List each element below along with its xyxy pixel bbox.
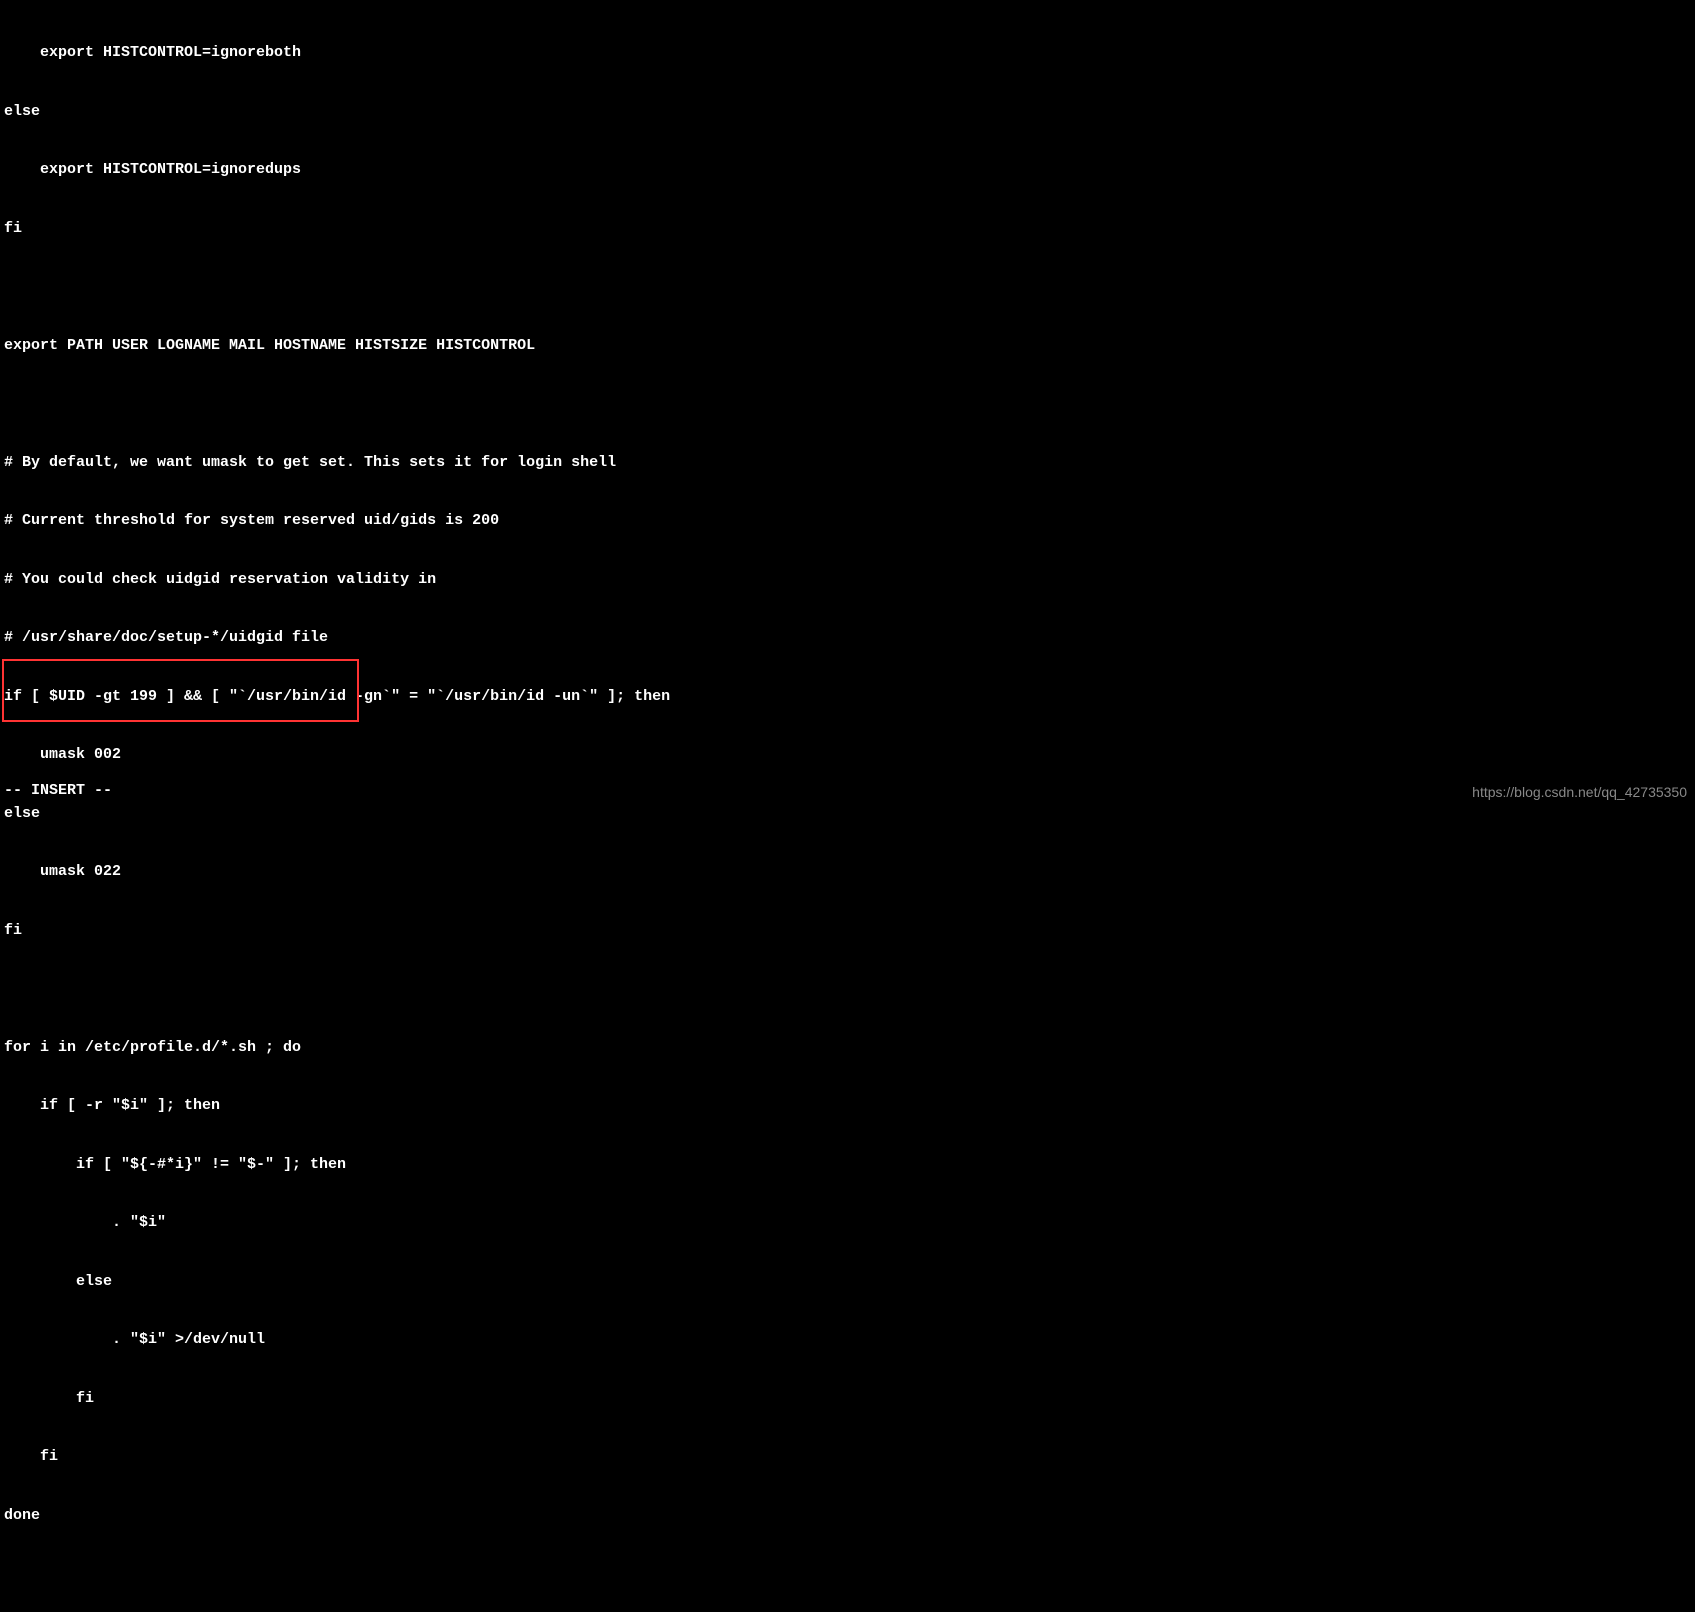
code-line: # Current threshold for system reserved … xyxy=(4,511,1691,531)
code-line xyxy=(4,1564,1691,1584)
code-line: if [ $UID -gt 199 ] && [ "`/usr/bin/id -… xyxy=(4,687,1691,707)
code-line: for i in /etc/profile.d/*.sh ; do xyxy=(4,1038,1691,1058)
watermark-text: https://blog.csdn.net/qq_42735350 xyxy=(1472,783,1687,803)
code-line: else xyxy=(4,1272,1691,1292)
code-line: done xyxy=(4,1506,1691,1526)
code-line: fi xyxy=(4,219,1691,239)
code-line: if [ "${-#*i}" != "$-" ]; then xyxy=(4,1155,1691,1175)
code-line: . "$i" xyxy=(4,1213,1691,1233)
code-line: umask 002 xyxy=(4,745,1691,765)
code-line: export HISTCONTROL=ignoreboth xyxy=(4,43,1691,63)
code-line: export HISTCONTROL=ignoredups xyxy=(4,160,1691,180)
code-line: # By default, we want umask to get set. … xyxy=(4,453,1691,473)
code-line: else xyxy=(4,804,1691,824)
code-line xyxy=(4,394,1691,414)
code-line: # /usr/share/doc/setup-*/uidgid file xyxy=(4,628,1691,648)
code-line: else xyxy=(4,102,1691,122)
code-line xyxy=(4,277,1691,297)
vim-mode-status: -- INSERT -- xyxy=(4,781,112,801)
code-line: fi xyxy=(4,1389,1691,1409)
code-line: if [ -r "$i" ]; then xyxy=(4,1096,1691,1116)
code-line: fi xyxy=(4,1447,1691,1467)
code-line: export PATH USER LOGNAME MAIL HOSTNAME H… xyxy=(4,336,1691,356)
code-line xyxy=(4,979,1691,999)
code-line: . "$i" >/dev/null xyxy=(4,1330,1691,1350)
code-line: umask 022 xyxy=(4,862,1691,882)
code-line: # You could check uidgid reservation val… xyxy=(4,570,1691,590)
code-line: fi xyxy=(4,921,1691,941)
terminal-editor[interactable]: export HISTCONTROL=ignoreboth else expor… xyxy=(4,4,1691,1612)
